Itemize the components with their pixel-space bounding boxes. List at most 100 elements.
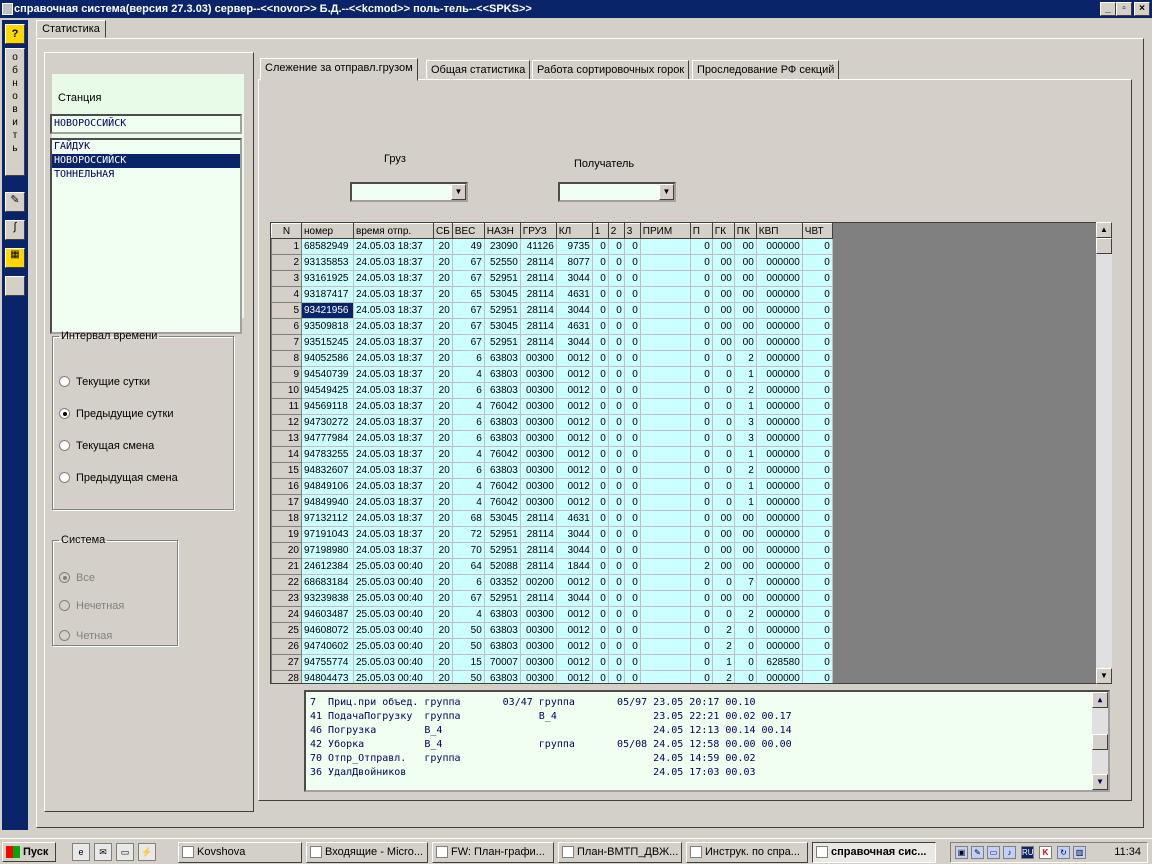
chevron-down-icon[interactable]: ▼ (659, 184, 674, 200)
table-cell[interactable]: 24.05.03 18:37 (353, 302, 434, 319)
table-cell[interactable]: 0 (802, 462, 833, 479)
table-cell[interactable]: 6 (452, 430, 485, 447)
table-cell[interactable]: 0 (802, 398, 833, 415)
table-cell[interactable]: 4631 (556, 286, 593, 303)
taskbar-button[interactable]: Входящие - Micro... (306, 842, 428, 863)
table-cell[interactable]: 94755774 (301, 654, 354, 671)
table-cell[interactable]: 0012 (556, 446, 593, 463)
table-cell[interactable]: 20 (433, 286, 453, 303)
table-row[interactable]: 2 93135853 24.05.03 18:37 20 67 52550 28114 807… (271, 254, 833, 271)
table-cell[interactable]: 0 (802, 606, 833, 623)
language-indicator[interactable]: RU (1021, 846, 1034, 859)
table-cell[interactable]: 28114 (520, 302, 557, 319)
table-cell[interactable]: 0012 (556, 606, 593, 623)
table-cell[interactable]: 63803 (484, 622, 521, 639)
table-cell[interactable]: 20 (433, 366, 453, 383)
table-cell[interactable]: 00 (712, 526, 735, 543)
table-cell[interactable]: 4 (452, 398, 485, 415)
column-header[interactable]: N (271, 223, 302, 239)
table-cell[interactable]: 628580 (756, 654, 803, 671)
table-cell[interactable]: 25.05.03 00:40 (353, 622, 434, 639)
table-cell[interactable]: 76042 (484, 494, 521, 511)
table-cell[interactable] (640, 270, 691, 287)
table-cell[interactable]: 00200 (520, 574, 557, 591)
table-cell[interactable]: 0 (734, 638, 757, 655)
table-cell[interactable]: 0 (624, 446, 641, 463)
table-cell[interactable]: 0 (802, 478, 833, 495)
log-scrollbar[interactable]: ▲ ▼ (1092, 692, 1108, 790)
table-cell[interactable]: 0 (624, 590, 641, 607)
table-cell[interactable]: 52951 (484, 302, 521, 319)
table-cell[interactable]: 0012 (556, 654, 593, 671)
table-cell[interactable]: 00 (734, 334, 757, 351)
table-cell[interactable]: 000000 (756, 286, 803, 303)
table-cell[interactable]: 00 (734, 238, 757, 255)
table-cell[interactable]: 00 (712, 254, 735, 271)
table-cell[interactable]: 00 (734, 254, 757, 271)
table-cell[interactable]: 000000 (756, 526, 803, 543)
table-cell[interactable]: 0 (608, 430, 625, 447)
table-cell[interactable] (640, 526, 691, 543)
table-cell[interactable] (640, 654, 691, 671)
table-cell[interactable]: 0 (592, 654, 609, 671)
scroll-up-icon[interactable]: ▲ (1092, 692, 1108, 708)
taskbar-button[interactable]: План-ВМТП_ДВЖ... (558, 842, 682, 863)
table-cell[interactable]: 94608072 (301, 622, 354, 639)
table-cell[interactable]: 0 (608, 398, 625, 415)
table-row[interactable]: 15 94832607 24.05.03 18:37 20 6 63803 00300 001… (271, 462, 833, 479)
table-cell[interactable]: 93187417 (301, 286, 354, 303)
table-cell[interactable]: 49 (452, 238, 485, 255)
table-cell[interactable]: 00 (734, 286, 757, 303)
table-cell[interactable]: 0012 (556, 478, 593, 495)
table-cell[interactable]: 0 (608, 558, 625, 575)
table-cell[interactable]: 94549425 (301, 382, 354, 399)
table-cell[interactable]: 3044 (556, 542, 593, 559)
table-cell[interactable]: 0 (624, 430, 641, 447)
table-cell[interactable] (640, 318, 691, 335)
table-cell[interactable]: 0 (624, 318, 641, 335)
table-cell[interactable]: 6 (452, 574, 485, 591)
table-row[interactable]: 21 24612384 25.05.03 00:40 20 64 52088 28114 18… (271, 558, 833, 575)
table-cell[interactable]: 24.05.03 18:37 (353, 286, 434, 303)
table-cell[interactable]: 00 (734, 318, 757, 335)
table-cell[interactable] (640, 238, 691, 255)
table-cell[interactable]: 000000 (756, 398, 803, 415)
table-cell[interactable]: 0 (712, 462, 735, 479)
table-cell[interactable]: 0 (624, 382, 641, 399)
table-cell[interactable]: 0 (802, 414, 833, 431)
table-cell[interactable]: 53045 (484, 318, 521, 335)
table-cell[interactable]: 22 (271, 574, 302, 591)
table-cell[interactable]: 94569118 (301, 398, 354, 415)
table-cell[interactable]: 20 (433, 478, 453, 495)
table-cell[interactable]: 9735 (556, 238, 593, 255)
table-cell[interactable]: 00300 (520, 462, 557, 479)
table-cell[interactable]: 0012 (556, 350, 593, 367)
table-cell[interactable]: 0 (624, 478, 641, 495)
table-cell[interactable]: 000000 (756, 542, 803, 559)
table-cell[interactable]: 63803 (484, 414, 521, 431)
table-cell[interactable]: 0 (690, 494, 713, 511)
table-cell[interactable]: 20 (433, 574, 453, 591)
scroll-down-icon[interactable]: ▼ (1096, 668, 1112, 684)
table-cell[interactable]: 0 (690, 670, 713, 683)
table-cell[interactable]: 0 (624, 622, 641, 639)
table-row[interactable]: 6 93509818 24.05.03 18:37 20 67 53045 28114 463… (271, 318, 833, 335)
table-cell[interactable]: 0 (592, 606, 609, 623)
table-row[interactable]: 5 93421956 24.05.03 18:37 20 67 52951 28114 304… (271, 302, 833, 319)
table-cell[interactable]: 000000 (756, 462, 803, 479)
table-row[interactable]: 14 94783255 24.05.03 18:37 20 4 76042 00300 001… (271, 446, 833, 463)
table-cell[interactable] (640, 366, 691, 383)
table-cell[interactable]: 0 (712, 446, 735, 463)
table-cell[interactable]: 50 (452, 622, 485, 639)
table-cell[interactable]: 0 (802, 526, 833, 543)
table-cell[interactable]: 21 (271, 558, 302, 575)
table-cell[interactable]: 4 (452, 478, 485, 495)
column-header[interactable]: ЧВТ (801, 223, 833, 239)
table-cell[interactable]: 00 (712, 238, 735, 255)
table-cell[interactable]: 28114 (520, 526, 557, 543)
table-cell[interactable] (640, 510, 691, 527)
table-cell[interactable]: 00 (734, 590, 757, 607)
table-cell[interactable]: 00 (734, 558, 757, 575)
table-cell[interactable]: 0 (802, 286, 833, 303)
table-cell[interactable]: 2 (734, 462, 757, 479)
